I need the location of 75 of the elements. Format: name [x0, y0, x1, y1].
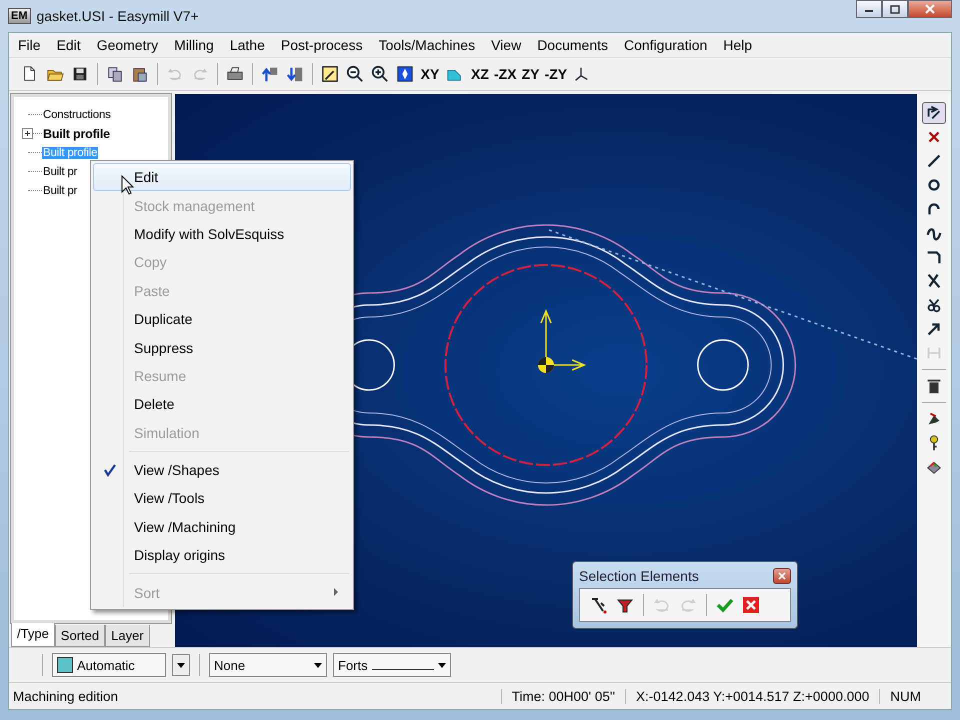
tree-item[interactable]: Built profile	[42, 126, 111, 140]
menu-item[interactable]: Milling	[167, 35, 221, 55]
arrow-up-icon	[261, 65, 279, 83]
menu-item[interactable]: Duplicate	[93, 304, 351, 334]
view-button[interactable]: -ZX	[494, 62, 517, 86]
color-field[interactable]: Automatic	[52, 653, 166, 677]
menu-item[interactable]: Delete	[93, 390, 351, 419]
tab[interactable]: Sorted	[54, 625, 106, 647]
time-readout: Time: 00H00' 05''	[500, 688, 626, 704]
menu-item[interactable]: Edit	[50, 35, 88, 55]
tab[interactable]: /Type	[11, 623, 55, 647]
view-button[interactable]: -ZY	[544, 62, 568, 86]
line-type-dropdown[interactable]: None	[209, 653, 327, 677]
menu-item[interactable]: File	[11, 35, 48, 55]
app-logo: EM	[8, 8, 30, 24]
zoom-out-icon	[346, 65, 364, 83]
menu-item[interactable]: Documents	[530, 35, 615, 55]
window-title: gasket.USI - Easymill V7+	[36, 8, 200, 24]
menu-item[interactable]: Configuration	[617, 35, 714, 55]
close-icon	[925, 4, 935, 14]
maximize-button[interactable]	[882, 0, 908, 18]
close-button[interactable]	[773, 568, 791, 584]
view-button[interactable]: XY	[419, 62, 441, 86]
zoom-in-icon	[371, 65, 389, 83]
axes-gizmo	[538, 309, 586, 373]
status-message: Machining edition	[12, 688, 120, 704]
close-button[interactable]	[908, 0, 952, 18]
minimize-button[interactable]	[856, 0, 882, 18]
menu-item[interactable]: Help	[716, 35, 760, 55]
caret-icon	[314, 662, 322, 668]
view-button[interactable]: ZY	[520, 62, 542, 86]
close-icon	[778, 572, 786, 580]
menu-item[interactable]: View /Tools	[93, 484, 351, 513]
menu-item[interactable]: View /Shapes	[93, 456, 351, 484]
menu-item[interactable]: View	[484, 35, 528, 55]
dropdown-button[interactable]	[172, 654, 190, 676]
submenu-arrow-icon	[334, 588, 338, 596]
cursor-icon	[121, 175, 135, 195]
menu-item[interactable]: Edit	[93, 163, 351, 192]
copy-icon	[106, 65, 124, 83]
link-icon	[925, 296, 943, 314]
line-icon	[925, 152, 943, 170]
arrow-down-icon	[286, 65, 304, 83]
clipboard-icon	[131, 65, 149, 83]
line-weight-dropdown[interactable]: Forts	[333, 653, 451, 677]
menu-item[interactable]: Display origins	[93, 541, 351, 570]
panel-title: Selection Elements	[579, 568, 700, 584]
view-button[interactable]: XZ	[469, 62, 491, 86]
menu-item[interactable]: Post-process	[274, 35, 370, 55]
menu-item[interactable]: Geometry	[90, 35, 166, 55]
tab[interactable]: Layer	[105, 625, 150, 647]
caret-icon	[177, 662, 185, 668]
cancel-icon	[741, 595, 761, 615]
maximize-icon	[890, 4, 900, 14]
num-lock-indicator: NUM	[879, 688, 951, 704]
fit-icon	[396, 65, 414, 83]
caret-icon	[438, 662, 446, 668]
intersect-icon	[925, 272, 943, 290]
menu-item[interactable]: Lathe	[222, 35, 272, 55]
menu-item[interactable]: Modify with SolvEsquiss	[93, 220, 351, 248]
coordinates-readout: X:-0142.043 Y:+0014.517 Z:+0000.000	[625, 688, 880, 704]
tree-item[interactable]: Built pr	[42, 166, 78, 178]
zoom-box-icon	[321, 65, 339, 83]
wand-icon	[589, 595, 609, 615]
tree-item[interactable]: Built pr	[42, 184, 78, 196]
menu-item[interactable]: Tools/Machines	[372, 35, 482, 55]
expand-icon[interactable]	[22, 128, 33, 139]
trash-icon	[925, 377, 943, 395]
select-tool-button[interactable]	[922, 102, 946, 124]
select-icon	[925, 104, 943, 122]
menu-item[interactable]: View /Machining	[93, 512, 351, 542]
axes-icon	[572, 65, 590, 83]
menu-item[interactable]: Suppress	[93, 333, 351, 362]
tree-item[interactable]: Constructions	[42, 108, 112, 120]
printer-icon	[226, 65, 244, 83]
